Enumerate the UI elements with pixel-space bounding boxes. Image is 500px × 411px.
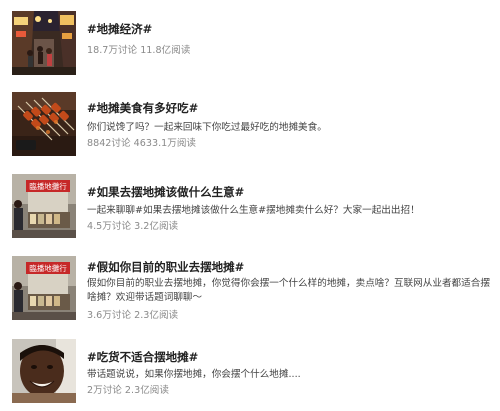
topic-stats: 4.5万讨论 3.2亿阅读: [87, 221, 179, 232]
topic-title[interactable]: #地摊经济#: [87, 22, 152, 36]
topic-stats: 3.6万讨论 2.3亿阅读: [87, 310, 179, 321]
topic-title[interactable]: #吃货不适合摆地摊#: [87, 350, 198, 364]
street-food-grill-photo: [12, 92, 76, 156]
smiling-boy-photo: [12, 339, 76, 403]
topic-list: #地摊经济# 18.7万讨论 11.8亿阅读 #地摊美食有多好吃# 你们说馋了吗…: [0, 0, 500, 409]
stall-sign-text: 臨播地攤行: [29, 181, 67, 191]
topic-description: 一起来聊聊#如果去摆地摊该做什么生意#摆地摊卖什么好？大家一起出出招！: [87, 205, 420, 216]
topic-title[interactable]: #如果去摆地摊该做什么生意#: [87, 185, 244, 199]
topic-item[interactable]: #地摊经济# 18.7万讨论 11.8亿阅读: [0, 11, 500, 83]
night-market-street-photo: [12, 11, 76, 75]
topic-title[interactable]: #假如你目前的职业去摆地摊#: [87, 260, 244, 274]
stall-sign-text: 臨播地攤行: [29, 263, 67, 273]
topic-item[interactable]: 臨播地攤行 #如果去摆地摊该做什么生意# 一起来聊聊#如果去摆地摊该做什么生意#…: [0, 174, 500, 246]
topic-item[interactable]: #吃货不适合摆地摊# 带话题说说，如果你摆地摊，你会摆个什么地摊.... 2万讨…: [0, 339, 500, 411]
topic-description: 假如你目前的职业去摆地摊，你觉得你会摆一个什么样的地摊，卖点啥？互联网从业者都适…: [87, 278, 490, 303]
topic-item[interactable]: 臨播地攤行 #假如你目前的职业去摆地摊# 假如你目前的职业去摆地摊，你觉得你会摆…: [0, 256, 500, 328]
topic-stats: 2万讨论 2.3亿阅读: [87, 385, 169, 396]
topic-stats: 8842讨论 4633.1万阅读: [87, 138, 197, 149]
topic-description: 你们说馋了吗？一起来回味下你吃过最好吃的地摊美食。: [87, 122, 327, 133]
market-stall-sign-photo: 臨播地攤行: [12, 256, 76, 320]
topic-thumbnail[interactable]: [12, 11, 76, 75]
topic-description: 带话题说说，如果你摆地摊，你会摆个什么地摊....: [87, 369, 301, 380]
topic-stats: 18.7万讨论 11.8亿阅读: [87, 45, 191, 56]
topic-thumbnail[interactable]: [12, 339, 76, 403]
topic-thumbnail[interactable]: 臨播地攤行: [12, 256, 76, 320]
topic-thumbnail[interactable]: [12, 92, 76, 156]
market-stall-sign-photo: 臨播地攤行: [12, 174, 76, 238]
topic-item[interactable]: #地摊美食有多好吃# 你们说馋了吗？一起来回味下你吃过最好吃的地摊美食。 884…: [0, 92, 500, 164]
topic-title[interactable]: #地摊美食有多好吃#: [87, 101, 198, 115]
topic-thumbnail[interactable]: 臨播地攤行: [12, 174, 76, 238]
